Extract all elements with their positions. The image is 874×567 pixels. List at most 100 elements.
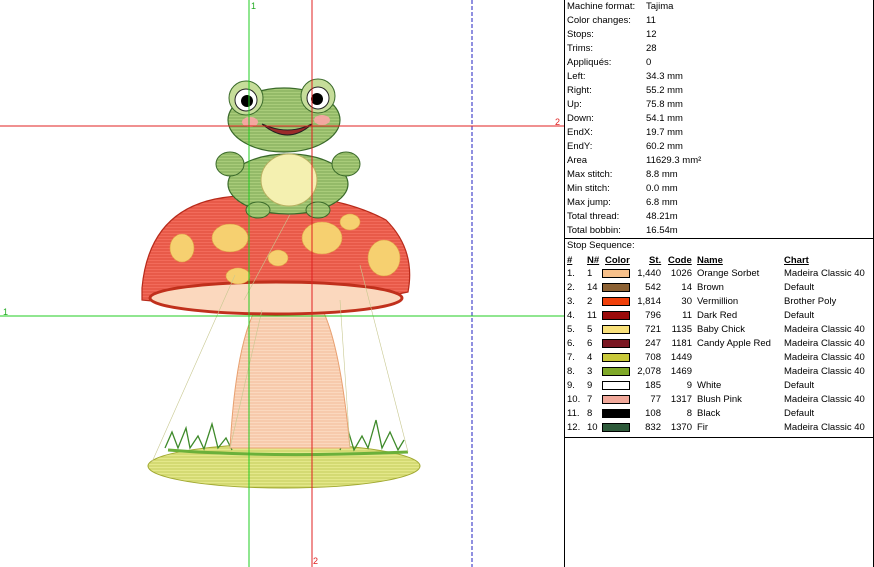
- stat-key: Total bobbin:: [567, 225, 621, 236]
- stat-row: EndY: 60.2 mm: [565, 140, 873, 154]
- row-needle: 14: [587, 282, 598, 293]
- sequence-row[interactable]: 7. 4 708 1449 Madeira Classic 40: [565, 351, 873, 365]
- sequence-row[interactable]: 12. 10 832 1370 Fir Madeira Classic 40: [565, 421, 873, 435]
- design-canvas[interactable]: 1 2 1 2: [0, 0, 564, 567]
- row-needle: 3: [587, 366, 593, 377]
- row-needle: 8: [587, 408, 593, 419]
- row-code: 1370: [670, 422, 692, 433]
- stat-row: Right: 55.2 mm: [565, 84, 873, 98]
- stat-key: Max jump:: [567, 197, 611, 208]
- mushroom-stem: [229, 304, 351, 449]
- row-chart: Madeira Classic 40: [784, 324, 865, 335]
- stat-key: Right:: [567, 85, 592, 96]
- row-chart: Madeira Classic 40: [784, 366, 865, 377]
- stat-value: 55.2 mm: [646, 85, 683, 96]
- sequence-row[interactable]: 1. 1 1,440 1026 Orange Sorbet Madeira Classic…: [565, 267, 873, 281]
- row-name: Blush Pink: [697, 394, 742, 405]
- stat-key: Min stitch:: [567, 183, 610, 194]
- sequence-row[interactable]: 11. 8 108 8 Black Default: [565, 407, 873, 421]
- stat-key: Trims:: [567, 43, 594, 54]
- sequence-row[interactable]: 9. 9 185 9 White Default: [565, 379, 873, 393]
- stat-value: 11: [646, 15, 656, 26]
- stat-value: Tajima: [646, 1, 674, 12]
- header-num: #: [567, 255, 573, 266]
- row-stitches: 2,078: [637, 366, 661, 377]
- stat-key: Area: [567, 155, 588, 166]
- row-chart: Default: [784, 310, 815, 321]
- row-num: 2.: [567, 282, 575, 293]
- row-code: 9: [686, 380, 692, 391]
- row-stitches: 1,440: [637, 268, 661, 279]
- stat-row: Total bobbin: 16.54m: [565, 224, 873, 238]
- color-swatch: [602, 367, 630, 376]
- header-n: N#: [587, 255, 600, 266]
- stat-row: Min stitch: 0.0 mm: [565, 182, 873, 196]
- row-chart: Default: [784, 380, 815, 391]
- stat-value: 34.3 mm: [646, 71, 683, 82]
- color-swatch: [602, 409, 630, 418]
- sequence-row[interactable]: 8. 3 2,078 1469 Madeira Classic 40: [565, 365, 873, 379]
- stat-key: Color changes:: [567, 15, 631, 26]
- sequence-row[interactable]: 10. 7 77 1317 Blush Pink Madeira Classic 40: [565, 393, 873, 407]
- color-swatch: [602, 423, 630, 432]
- stat-row: Up: 75.8 mm: [565, 98, 873, 112]
- stat-value: 28: [646, 43, 657, 54]
- row-name: Dark Red: [697, 310, 738, 321]
- color-swatch: [602, 395, 630, 404]
- sequence-row[interactable]: 2. 14 542 14 Brown Default: [565, 281, 873, 295]
- row-name: Black: [697, 408, 721, 419]
- stat-key: EndY:: [567, 141, 593, 152]
- row-name: Candy Apple Red: [697, 338, 771, 349]
- row-needle: 6: [587, 338, 593, 349]
- row-name: Baby Chick: [697, 324, 746, 335]
- guide-label-top: 1: [251, 1, 256, 11]
- info-panel: Machine format: Tajima Color changes: 11 Sto…: [564, 0, 874, 567]
- color-swatch: [602, 269, 630, 278]
- sequence-row[interactable]: 3. 2 1,814 30 Vermillion Brother Poly: [565, 295, 873, 309]
- row-num: 3.: [567, 296, 575, 307]
- row-needle: 9: [587, 380, 593, 391]
- stat-row: Stops: 12: [565, 28, 873, 42]
- row-needle: 5: [587, 324, 593, 335]
- row-stitches: 1,814: [637, 296, 661, 307]
- row-chart: Madeira Classic 40: [784, 268, 865, 279]
- frog-shape: [215, 78, 361, 219]
- stat-value: 6.8 mm: [646, 197, 678, 208]
- row-chart: Default: [784, 282, 815, 293]
- stat-key: Down:: [567, 113, 594, 124]
- row-code: 1181: [671, 338, 692, 349]
- guide-label-bottom: 2: [313, 556, 318, 566]
- stat-key: EndX:: [567, 127, 593, 138]
- stat-value: 19.7 mm: [646, 127, 683, 138]
- guide-label-right: 2: [555, 117, 560, 127]
- row-stitches: 796: [645, 310, 661, 321]
- stat-row: Total thread: 48.21m: [565, 210, 873, 224]
- row-num: 6.: [567, 338, 575, 349]
- row-stitches: 247: [645, 338, 661, 349]
- row-stitches: 185: [645, 380, 661, 391]
- stat-value: 16.54m: [646, 225, 678, 236]
- stat-row: EndX: 19.7 mm: [565, 126, 873, 140]
- stat-value: 0: [646, 57, 652, 68]
- sequence-row[interactable]: 6. 6 247 1181 Candy Apple Red Madeira Classic…: [565, 337, 873, 351]
- row-code: 11: [682, 310, 692, 321]
- color-swatch: [602, 339, 630, 348]
- row-stitches: 542: [645, 282, 661, 293]
- row-stitches: 721: [645, 324, 661, 335]
- row-code: 1449: [670, 352, 692, 363]
- row-code: 14: [681, 282, 692, 293]
- stat-row: Appliqués: 0: [565, 56, 873, 70]
- row-needle: 4: [587, 352, 593, 363]
- row-code: 1469: [670, 366, 692, 377]
- stat-key: Stops:: [567, 29, 594, 40]
- sequence-row[interactable]: 4. 11 796 11 Dark Red Default: [565, 309, 873, 323]
- sequence-row[interactable]: 5. 5 721 1135 Baby Chick Madeira Classic 40: [565, 323, 873, 337]
- row-stitches: 832: [645, 422, 661, 433]
- stat-row: Left: 34.3 mm: [565, 70, 873, 84]
- row-code: 1135: [671, 324, 692, 335]
- row-chart: Madeira Classic 40: [784, 422, 865, 433]
- row-code: 1317: [670, 394, 692, 405]
- header-st: St.: [649, 255, 662, 266]
- row-chart: Default: [784, 408, 815, 419]
- row-num: 1.: [567, 268, 575, 279]
